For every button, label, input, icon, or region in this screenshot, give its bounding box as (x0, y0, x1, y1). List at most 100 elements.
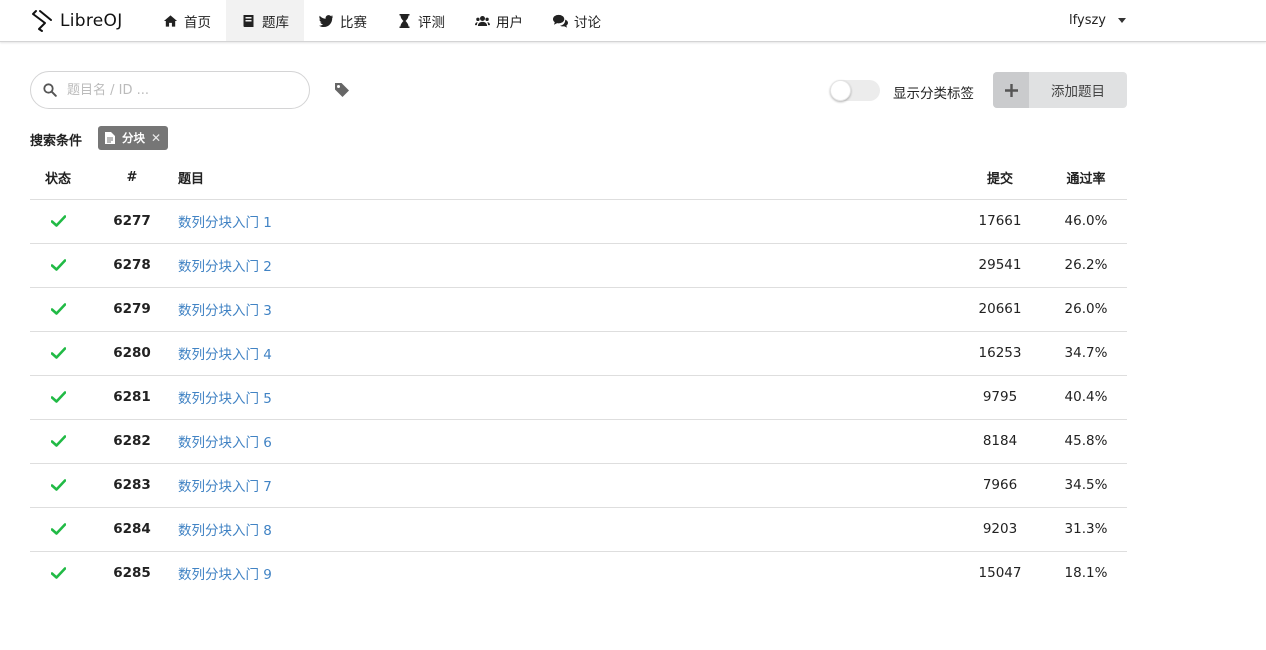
nav-item-users[interactable]: 用户 (460, 0, 538, 41)
status-cell (30, 331, 86, 376)
show-tags-label: 显示分类标签 (893, 86, 974, 102)
file-icon (105, 132, 115, 144)
twitter-bird-icon (319, 14, 334, 27)
problem-title-cell: 数列分块入门 3 (178, 287, 955, 332)
submission-count: 9203 (955, 507, 1045, 552)
problem-id: 6278 (86, 243, 178, 288)
caret-down-icon (1118, 18, 1126, 23)
header-rate[interactable]: 通过率 (1045, 156, 1127, 200)
nav-item-label: 用户 (496, 14, 523, 31)
add-problem-label: 添加题目 (1051, 84, 1105, 100)
status-cell (30, 419, 86, 464)
pass-rate: 18.1% (1064, 565, 1108, 582)
header-submissions[interactable]: 提交 (955, 156, 1045, 200)
users-icon (475, 15, 490, 26)
brand-logo-link[interactable]: LibreOJ (30, 0, 123, 41)
pass-rate: 45.8% (1045, 419, 1127, 464)
header-id[interactable]: # (86, 156, 178, 200)
status-cell (30, 507, 86, 552)
check-icon (50, 303, 66, 315)
problem-id: 6281 (86, 375, 178, 420)
header-status[interactable]: 状态 (30, 156, 86, 200)
status-cell (30, 551, 86, 595)
remove-tag-icon[interactable]: ✕ (151, 131, 161, 145)
pass-rate: 26.0% (1045, 287, 1127, 332)
status-cell (30, 199, 86, 244)
pass-rate: 31.3% (1045, 507, 1127, 552)
nav-item-discussions[interactable]: 讨论 (538, 0, 616, 41)
table-header-row: 状态 # 题目 提交 通过率 (30, 156, 1127, 200)
problem-title-cell: 数列分块入门 6 (178, 419, 955, 464)
pass-rate: 46.0% (1045, 199, 1127, 244)
show-tags-toggle[interactable] (830, 80, 880, 101)
header-title[interactable]: 题目 (178, 156, 955, 200)
problem-title-link[interactable]: 数列分块入门 7 (178, 479, 272, 495)
status-cell (30, 287, 86, 332)
table-row: 6284 数列分块入门 8 9203 31.3% (30, 507, 1127, 552)
book-icon (243, 14, 254, 27)
nav-item-problems[interactable]: 题库 (226, 0, 304, 41)
search-icon (43, 83, 57, 97)
problem-id: 6280 (86, 331, 178, 376)
filter-tag-chip[interactable]: 分块 ✕ (98, 126, 169, 150)
brand-name: LibreOJ (60, 10, 123, 31)
nav-item-label: 首页 (184, 14, 211, 31)
tag-icon (335, 83, 349, 97)
nav-item-contests[interactable]: 比赛 (304, 0, 382, 41)
pass-rate: 40.4% (1045, 375, 1127, 420)
nav-item-label: 评测 (418, 14, 445, 31)
check-icon (50, 391, 66, 403)
table-row: 6280 数列分块入门 4 16253 34.7% (30, 331, 1127, 376)
check-icon (50, 479, 66, 491)
submission-count: 29541 (955, 243, 1045, 288)
problem-title-cell: 数列分块入门 8 (178, 507, 955, 552)
status-cell (30, 463, 86, 508)
toggle-knob (830, 80, 851, 101)
table-row: 6281 数列分块入门 5 9795 40.4% (30, 375, 1127, 420)
home-icon (163, 14, 178, 27)
submission-count: 15047 (978, 565, 1022, 582)
filter-title: 搜索条件 (30, 134, 83, 149)
problem-title-link[interactable]: 数列分块入门 8 (178, 523, 272, 539)
plus-icon-box (993, 72, 1029, 108)
libreoj-logo-icon (32, 9, 52, 32)
check-icon (50, 567, 66, 580)
submission-count: 16253 (955, 331, 1045, 376)
problem-title-link[interactable]: 数列分块入门 6 (178, 435, 272, 451)
problem-title-link[interactable]: 数列分块入门 4 (178, 347, 272, 363)
problem-title-cell: 数列分块入门 5 (178, 375, 955, 420)
submission-count: 7966 (955, 463, 1045, 508)
check-icon (50, 215, 66, 227)
status-cell (30, 375, 86, 420)
main-nav: 首页 题库 比赛 评测 用户 讨论 (148, 0, 616, 41)
table-row: 6285 数列分块入门 9 15047 18.1% (30, 551, 1127, 595)
pass-rate: 34.7% (1045, 331, 1127, 376)
add-problem-button[interactable]: 添加题目 (993, 72, 1127, 108)
problem-title-link[interactable]: 数列分块入门 5 (178, 391, 272, 407)
check-icon (50, 259, 66, 271)
problem-title-link[interactable]: 数列分块入门 1 (178, 215, 272, 231)
problem-title-link[interactable]: 数列分块入门 9 (178, 567, 272, 583)
filter-tag-label: 分块 (122, 131, 145, 145)
problem-id: 6282 (86, 419, 178, 464)
table-row: 6277 数列分块入门 1 17661 46.0% (30, 199, 1127, 244)
status-cell (30, 243, 86, 288)
user-dropdown[interactable]: lfyszy (1069, 0, 1126, 41)
problem-title-link[interactable]: 数列分块入门 2 (178, 259, 272, 275)
problem-id: 6284 (86, 507, 178, 552)
problem-id: 6283 (86, 463, 178, 508)
pass-rate: 26.2% (1045, 243, 1127, 288)
problem-title-cell: 数列分块入门 4 (178, 331, 955, 376)
tag-filter-button[interactable] (333, 81, 351, 99)
problem-table: 状态 # 题目 提交 通过率 6277 数列分块入门 1 17661 46.0%… (30, 156, 1127, 595)
check-icon (50, 347, 66, 359)
check-icon (50, 523, 66, 535)
nav-item-home[interactable]: 首页 (148, 0, 226, 41)
nav-item-submissions[interactable]: 评测 (382, 0, 460, 41)
problem-title-link[interactable]: 数列分块入门 3 (178, 303, 272, 319)
hourglass-icon (399, 13, 410, 28)
problem-title-cell: 数列分块入门 9 (178, 551, 955, 595)
search-input[interactable] (67, 82, 287, 98)
plus-icon (1004, 83, 1018, 97)
problem-id: 6285 (113, 565, 151, 582)
